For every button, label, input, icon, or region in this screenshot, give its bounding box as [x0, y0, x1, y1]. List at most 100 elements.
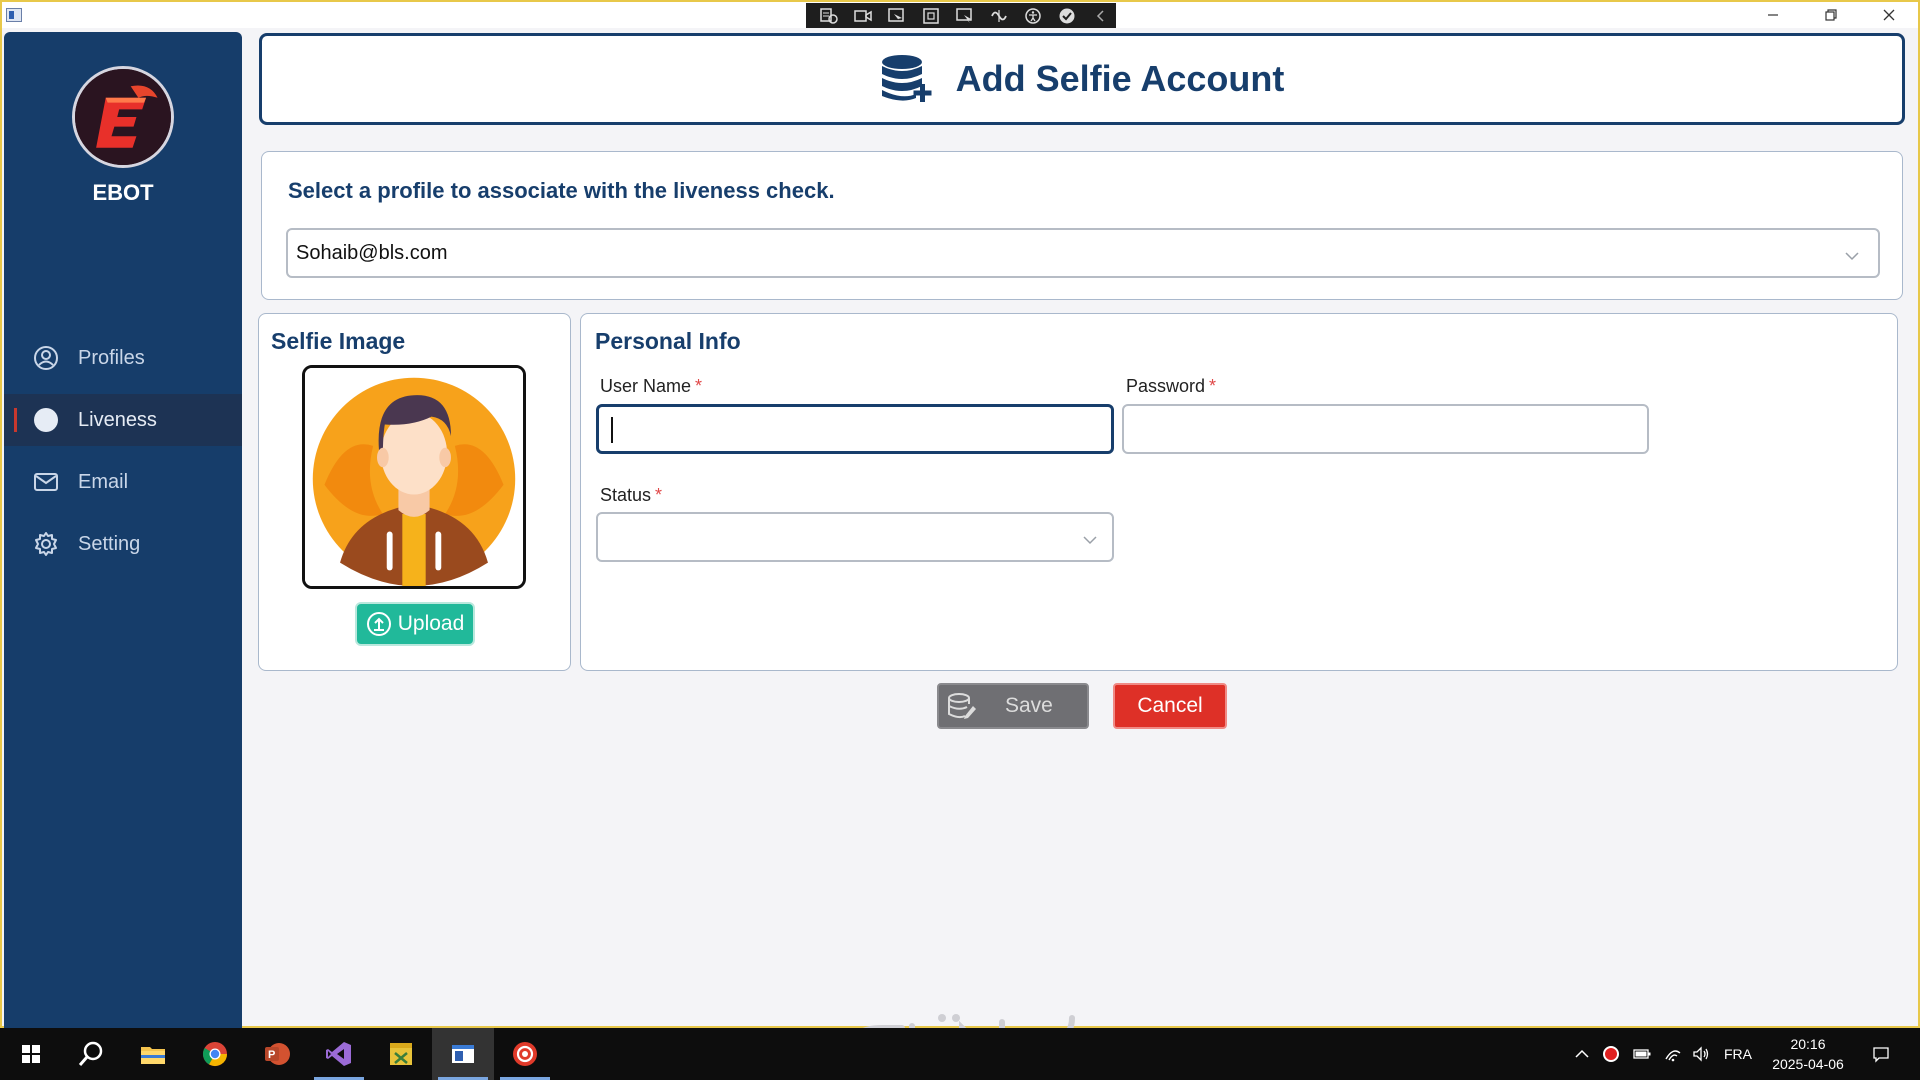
battery-indicator[interactable]: [1628, 1028, 1656, 1080]
window-icon: [452, 1045, 474, 1063]
chrome-button[interactable]: [184, 1028, 246, 1080]
close-button[interactable]: [1860, 2, 1918, 28]
clock-time: 20:16: [1790, 1036, 1826, 1052]
restore-icon: [1825, 9, 1837, 21]
user-circle-icon: [32, 344, 60, 372]
username-input[interactable]: [596, 404, 1114, 454]
volume-indicator[interactable]: [1688, 1028, 1714, 1080]
chevron-down-icon: [1844, 248, 1860, 261]
record-video-icon[interactable]: [850, 6, 876, 26]
upload-icon: [366, 612, 391, 636]
upload-button[interactable]: Upload: [355, 602, 475, 646]
clock-date: 2025-04-06: [1772, 1056, 1844, 1072]
recording-indicator[interactable]: [1598, 1028, 1624, 1080]
visual-studio-button[interactable]: [308, 1028, 370, 1080]
snipping-tool-icon: [390, 1043, 412, 1065]
folder-icon: [141, 1047, 165, 1064]
recorder-icon: [513, 1042, 537, 1066]
sidebar-nav: Profiles Liveness Email Setting: [4, 332, 242, 580]
profile-select-value: Sohaib@bls.com: [296, 242, 448, 264]
sidebar-item-label: Liveness: [78, 408, 157, 431]
chrome-icon: [202, 1042, 227, 1067]
display-layout-adorners-icon[interactable]: [918, 6, 944, 26]
required-mark: *: [655, 485, 663, 505]
ebot-app-button[interactable]: [432, 1028, 494, 1080]
start-button[interactable]: [0, 1028, 62, 1080]
speaker-icon: [1693, 1046, 1709, 1062]
sidebar-item-profiles[interactable]: Profiles: [4, 332, 242, 384]
recorder-button[interactable]: [494, 1028, 556, 1080]
powerpoint-icon: P: [265, 1043, 290, 1065]
profile-question: Select a profile to associate with the l…: [288, 178, 835, 203]
file-explorer-button[interactable]: [122, 1028, 184, 1080]
selfie-title: Selfie Image: [271, 328, 406, 354]
page-header: Add Selfie Account: [259, 33, 1905, 125]
notification-icon: [1873, 1047, 1889, 1063]
username-label: User Name *: [600, 376, 702, 397]
windows-icon: [22, 1045, 40, 1063]
powerpoint-button[interactable]: P: [246, 1028, 308, 1080]
username-label-text: User Name: [600, 376, 692, 396]
status-label: Status *: [600, 485, 662, 506]
search-button[interactable]: [60, 1028, 122, 1080]
avatar-placeholder-icon: [305, 368, 523, 586]
required-mark: *: [695, 376, 703, 396]
sidebar-item-email[interactable]: Email: [4, 456, 242, 508]
snipping-tool-button[interactable]: [370, 1028, 432, 1080]
personal-info-card: Personal Info User Name * Password * Statu…: [580, 313, 1898, 671]
sidebar-item-label: Setting: [78, 532, 141, 555]
accessibility-icon[interactable]: [1020, 6, 1046, 26]
status-select[interactable]: [596, 512, 1114, 562]
search-icon: [78, 1041, 103, 1066]
sidebar: EBOT Profiles Liveness Email Setting: [4, 32, 242, 1028]
restore-button[interactable]: [1802, 2, 1860, 28]
live-visual-tree-icon[interactable]: [816, 6, 842, 26]
visual-studio-icon: [326, 1042, 351, 1066]
collapse-toolbar-icon[interactable]: [1088, 6, 1114, 26]
brand-name: EBOT: [92, 180, 154, 205]
password-label: Password *: [1126, 376, 1216, 397]
show-hidden-icons-button[interactable]: [1570, 1028, 1594, 1080]
circle-icon: [32, 406, 60, 434]
gear-icon: [32, 530, 60, 558]
record-icon: [1603, 1046, 1619, 1062]
taskbar: P FRA 20:16 2025-04-06: [0, 1028, 1920, 1080]
minimize-button[interactable]: [1744, 2, 1802, 28]
page-title: Add Selfie Account: [955, 58, 1285, 99]
personal-info-title: Personal Info: [595, 328, 741, 354]
status-label-text: Status: [600, 485, 652, 505]
check-icon[interactable]: [1054, 6, 1080, 26]
selfie-image: [302, 365, 526, 589]
minimize-icon: [1768, 14, 1778, 16]
save-button[interactable]: Save: [937, 683, 1089, 729]
sidebar-item-setting[interactable]: Setting: [4, 518, 242, 570]
selfie-card: Selfie Image Upload: [258, 313, 571, 671]
binding-failures-icon[interactable]: [986, 6, 1012, 26]
upload-label: Upload: [397, 612, 465, 635]
cancel-button[interactable]: Cancel: [1113, 683, 1227, 729]
chevron-up-icon: [1575, 1049, 1589, 1058]
debug-toolbar: [806, 3, 1116, 28]
password-input[interactable]: [1122, 404, 1649, 454]
battery-icon: [1633, 1049, 1651, 1059]
password-label-text: Password: [1126, 376, 1206, 396]
ebot-logo: [72, 66, 174, 168]
save-label: Save: [1005, 694, 1053, 717]
sidebar-item-liveness[interactable]: Liveness: [4, 394, 242, 446]
system-clock[interactable]: 20:16 2025-04-06: [1762, 1034, 1854, 1074]
input-language[interactable]: FRA: [1718, 1028, 1758, 1080]
database-edit-icon: [948, 693, 976, 719]
sidebar-item-label: Email: [78, 470, 129, 493]
app-window-icon: [6, 8, 22, 22]
envelope-icon: [32, 468, 60, 496]
notifications-button[interactable]: [1866, 1028, 1896, 1080]
track-focus-icon[interactable]: [952, 6, 978, 26]
chevron-down-icon: [1082, 532, 1098, 545]
required-mark: *: [1209, 376, 1217, 396]
close-icon: [1883, 9, 1895, 21]
profile-card: Select a profile to associate with the l…: [261, 151, 1903, 300]
network-indicator[interactable]: [1660, 1028, 1686, 1080]
profile-select[interactable]: Sohaib@bls.com: [286, 228, 1880, 278]
database-plus-icon: [881, 55, 932, 102]
select-element-icon[interactable]: [884, 6, 910, 26]
